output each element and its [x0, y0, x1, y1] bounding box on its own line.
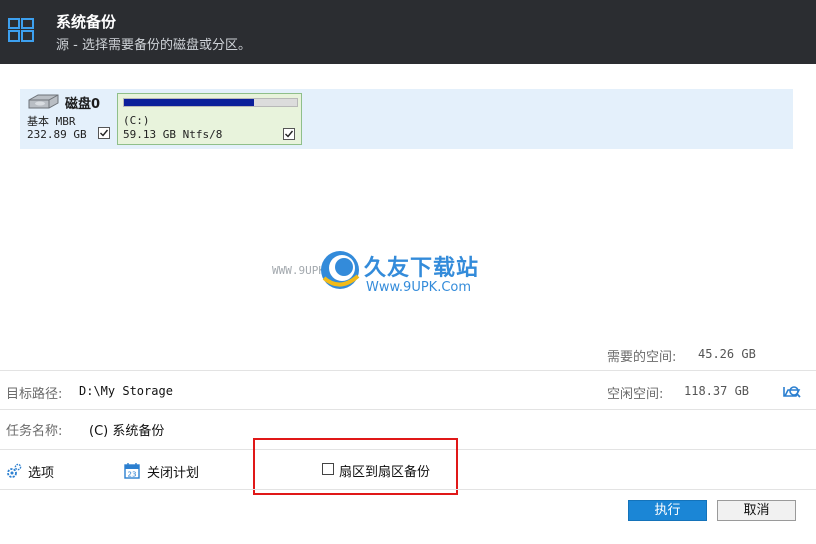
- header-bar: 系统备份 源 - 选择需要备份的磁盘或分区。: [0, 0, 816, 64]
- browse-folder-icon[interactable]: [782, 382, 802, 400]
- partition-usage-bar: [123, 98, 298, 107]
- destination-path[interactable]: D:\My Storage: [79, 384, 173, 398]
- svg-text:23: 23: [128, 471, 137, 479]
- divider: [0, 489, 816, 490]
- partition-info: 59.13 GB Ntfs/8: [123, 128, 223, 141]
- disk-type: 基本 MBR: [27, 115, 76, 128]
- watermark-logo-icon: [321, 251, 360, 289]
- partition-usage-fill: [124, 99, 254, 106]
- partition-card-c[interactable]: (C:) 59.13 GB Ntfs/8: [117, 93, 302, 145]
- backup-app-icon: [8, 18, 34, 42]
- divider: [0, 370, 816, 371]
- task-name-value[interactable]: (C) 系统备份: [89, 420, 164, 439]
- check-icon: [285, 130, 294, 138]
- disk-size: 232.89 GB: [27, 128, 87, 141]
- watermark-brand: 久友下载站: [364, 256, 480, 281]
- hard-disk-icon: [28, 94, 59, 109]
- page-title: 系统备份: [56, 13, 117, 31]
- sector-backup-checkbox[interactable]: [322, 463, 334, 475]
- disk-name: 磁盘0: [65, 97, 101, 112]
- required-space-value: 45.26 GB: [698, 347, 756, 361]
- watermark-domain: Www.9UPK.Com: [366, 280, 472, 295]
- schedule-button[interactable]: 关闭计划: [147, 462, 199, 481]
- free-space-value: 118.37 GB: [684, 384, 750, 398]
- disk-row[interactable]: 磁盘0 基本 MBR 232.89 GB (C:) 59.13 GB Ntfs/…: [20, 89, 793, 149]
- free-space-label: 空闲空间:: [607, 387, 664, 402]
- options-button[interactable]: 选项: [28, 462, 54, 481]
- cancel-button[interactable]: 取消: [717, 500, 796, 521]
- partition-letter: (C:): [123, 114, 150, 127]
- check-icon: [100, 129, 109, 137]
- task-name-label: 任务名称:: [6, 424, 63, 439]
- gear-icon[interactable]: [6, 463, 22, 479]
- partition-checkbox[interactable]: [283, 128, 295, 140]
- destination-label: 目标路径:: [6, 387, 63, 402]
- sector-backup-label[interactable]: 扇区到扇区备份: [339, 461, 430, 480]
- run-button[interactable]: 执行: [628, 500, 707, 521]
- disk-checkbox[interactable]: [98, 127, 110, 139]
- divider: [0, 409, 816, 410]
- required-space-label: 需要的空间:: [607, 350, 677, 365]
- calendar-icon[interactable]: 23: [124, 462, 140, 479]
- watermark: WWW.9UPK.COM 久友下载站 Www.9UPK.Com: [272, 246, 502, 302]
- page-subtitle: 源 - 选择需要备份的磁盘或分区。: [56, 38, 251, 53]
